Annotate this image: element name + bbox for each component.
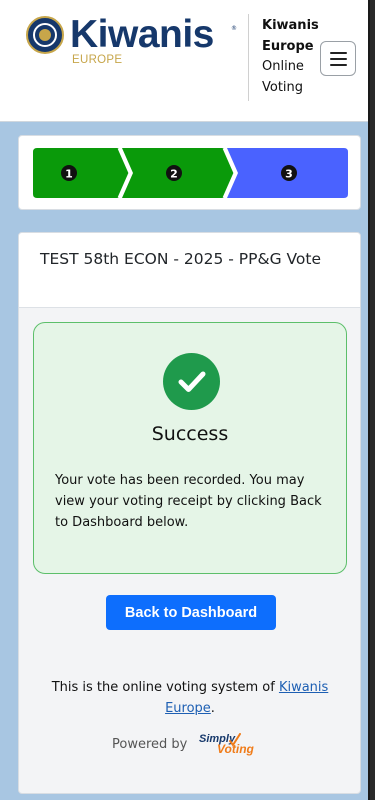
footer-text-prefix: This is the online voting system of xyxy=(51,680,279,695)
logo-wordmark: Kiwanis xyxy=(70,13,214,56)
step-2: 2 xyxy=(117,148,235,198)
simplyvoting-logo[interactable]: Simply Voting xyxy=(199,733,271,759)
back-to-dashboard-button[interactable]: Back to Dashboard xyxy=(106,595,276,630)
step-1-label: 1 xyxy=(65,168,73,181)
footer-text-suffix: . xyxy=(210,701,215,716)
success-heading: Success xyxy=(151,423,229,445)
step-1: 1 xyxy=(33,148,130,198)
progress-stepper: 1 2 3 xyxy=(33,148,348,198)
simplyvoting-logo-part-2: Voting xyxy=(217,742,254,756)
site-name-line-2: Europe xyxy=(262,38,314,54)
check-circle-icon xyxy=(163,353,220,410)
header-divider xyxy=(248,14,249,101)
logo-subtitle: EUROPE xyxy=(72,54,123,66)
step-3-label: 3 xyxy=(285,168,293,181)
success-message: Your vote has been recorded. You may vie… xyxy=(55,473,322,530)
election-title: TEST 58th ECON - 2025 - PP&G Vote xyxy=(40,250,322,268)
site-name: Kiwanis Europe Online Voting xyxy=(262,16,320,98)
site-name-line-4: Voting xyxy=(262,79,304,95)
kiwanis-emblem-icon xyxy=(26,16,64,54)
site-name-line-3: Online xyxy=(262,59,304,74)
site-header: Kiwanis ® EUROPE Kiwanis Europe Online V… xyxy=(0,0,368,122)
kiwanis-europe-logo[interactable]: Kiwanis ® EUROPE xyxy=(26,13,238,72)
powered-by-label: Powered by xyxy=(112,737,188,752)
success-alert: Success Your vote has been recorded. You… xyxy=(33,322,347,574)
menu-toggle-button[interactable] xyxy=(320,41,356,76)
card-header: TEST 58th ECON - 2025 - PP&G Vote xyxy=(19,233,360,308)
app-frame: Kiwanis ® EUROPE Kiwanis Europe Online V… xyxy=(0,0,370,800)
site-name-line-1: Kiwanis xyxy=(262,18,319,33)
progress-stepper-card: 1 2 3 xyxy=(18,135,361,210)
vote-result-card: TEST 58th ECON - 2025 - PP&G Vote Succes… xyxy=(18,232,361,794)
step-2-label: 2 xyxy=(170,168,178,181)
step-3: 3 xyxy=(222,148,348,198)
registered-mark: ® xyxy=(231,25,237,32)
footer-text: This is the online voting system of Kiwa… xyxy=(29,677,351,719)
powered-by: Powered by Simply Voting xyxy=(19,733,360,763)
